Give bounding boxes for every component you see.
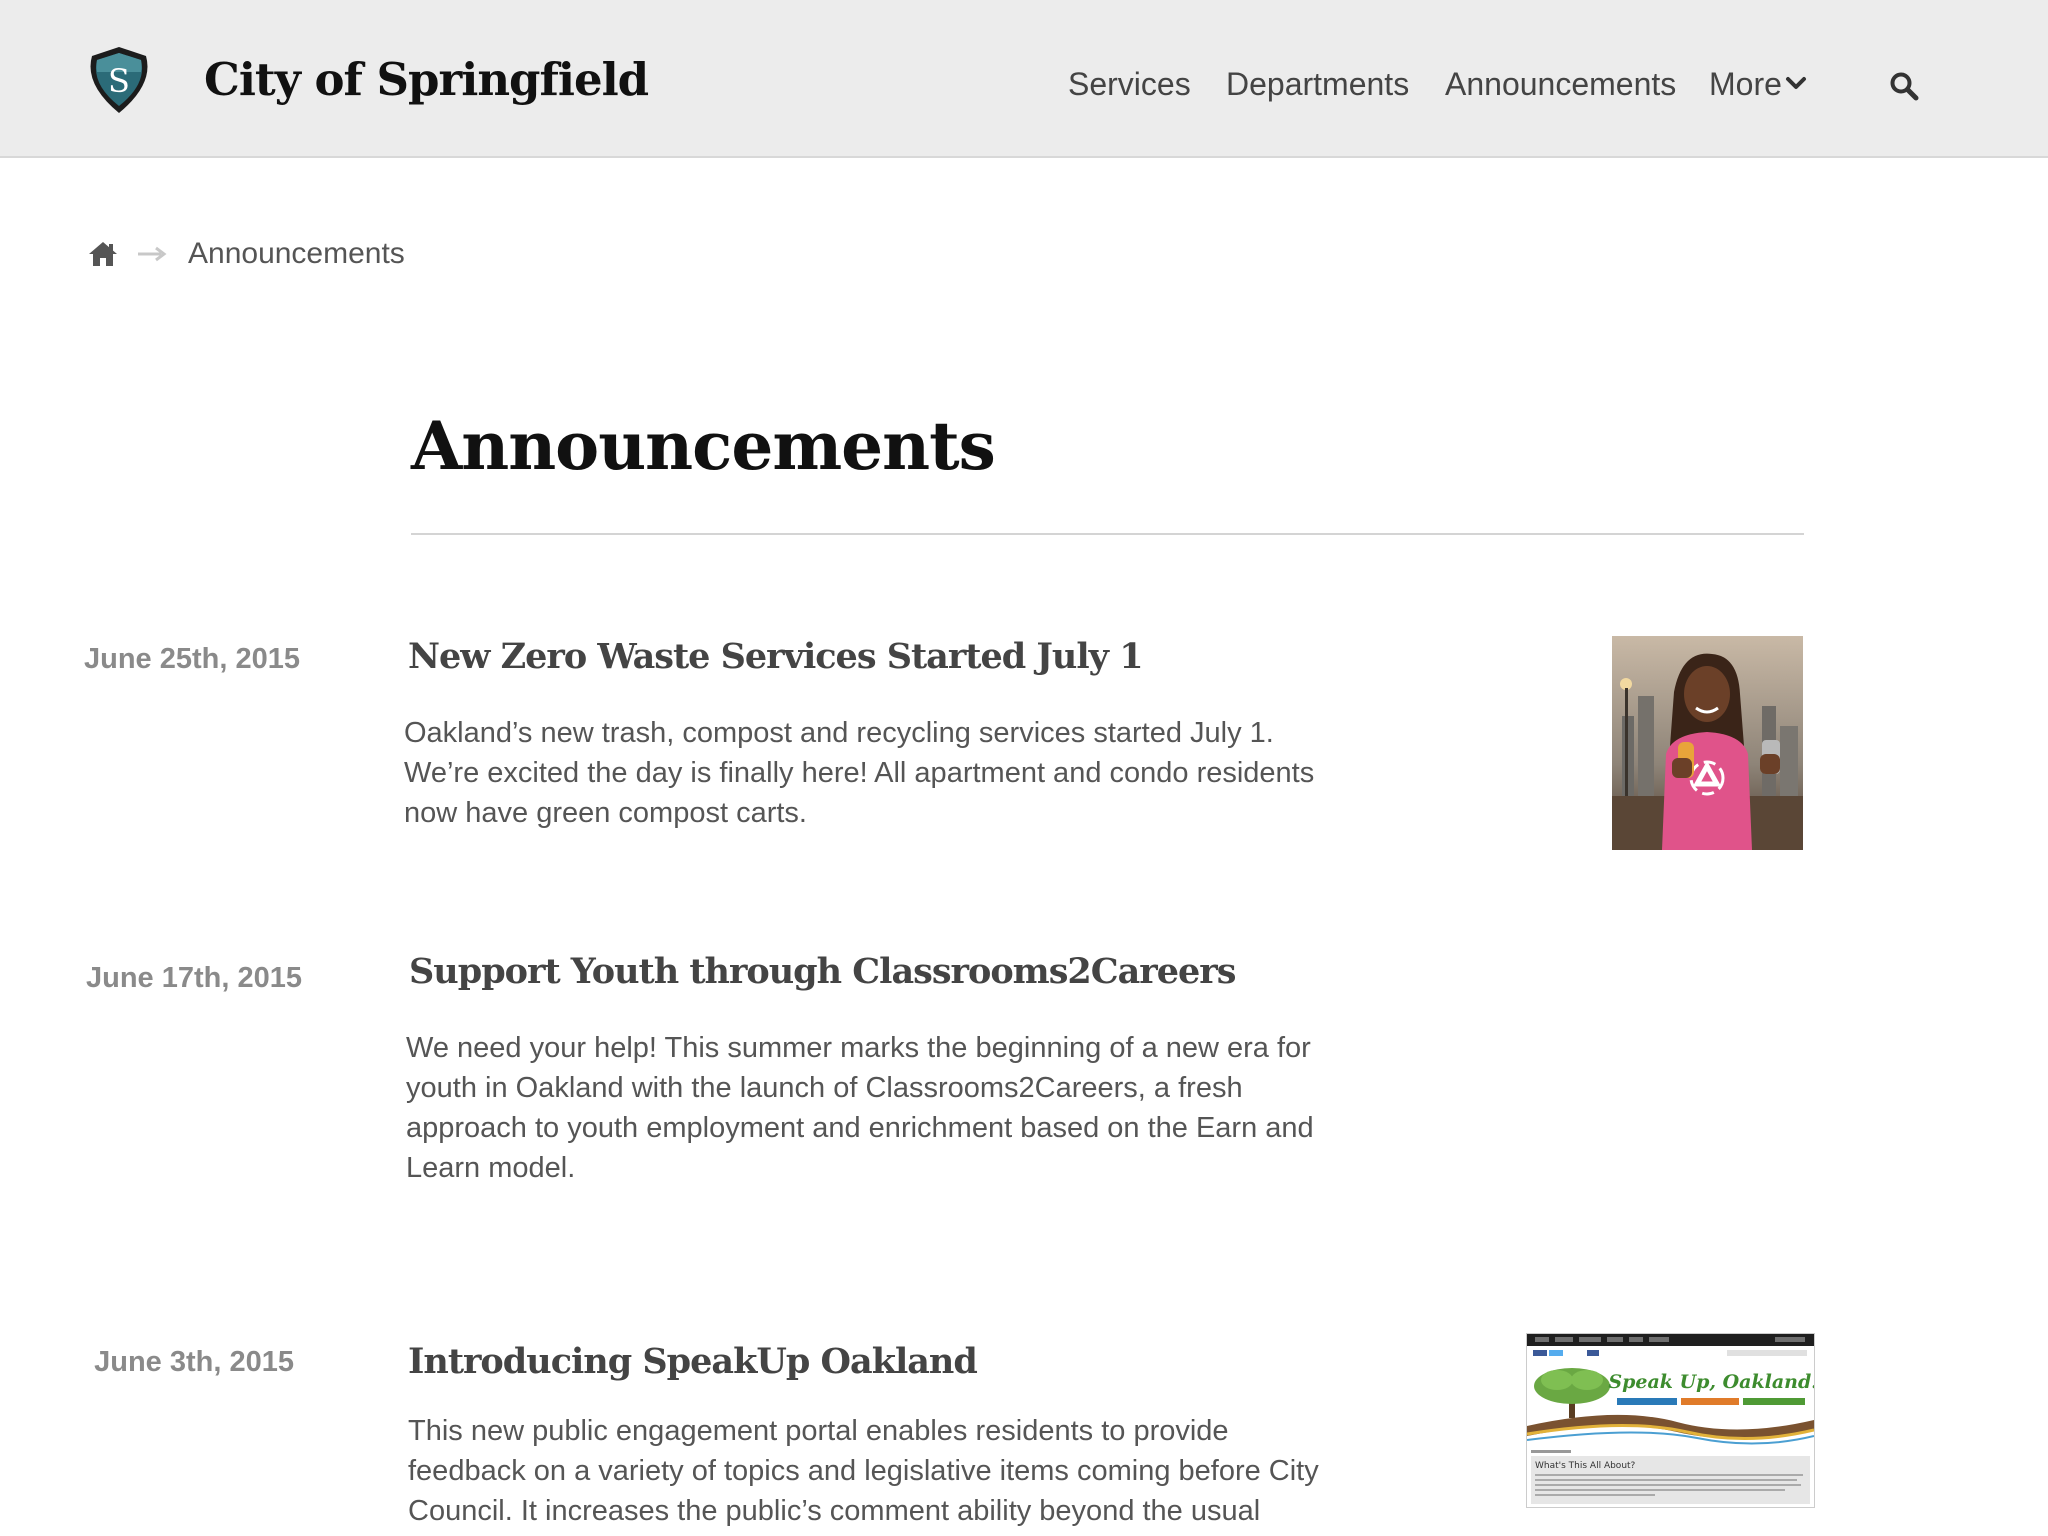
arrow-right-icon — [138, 246, 167, 262]
announcement-thumbnail[interactable] — [1612, 636, 1803, 850]
logo-letter: S — [108, 62, 130, 100]
announcement-date: June 25th, 2015 — [84, 643, 300, 675]
nav-more[interactable]: More — [1709, 64, 1782, 104]
speakup-headline: Speak Up, Oakland! — [1608, 1371, 1814, 1393]
announcement-title[interactable]: Support Youth through Classrooms2Careers — [409, 948, 1236, 996]
announcement-title[interactable]: New Zero Waste Services Started July 1 — [408, 633, 1144, 681]
nav-services[interactable]: Services — [1068, 64, 1191, 104]
speakup-section-heading: What's This All About? — [1535, 1461, 1636, 1471]
announcement-title[interactable]: Introducing SpeakUp Oakland — [408, 1338, 978, 1386]
site-header: S City of Springfield Services Departmen… — [0, 0, 2048, 158]
nav-announcements[interactable]: Announcements — [1445, 64, 1676, 104]
announcement-date: June 3th, 2015 — [94, 1346, 294, 1378]
announcement-summary: This new public engagement portal enable… — [408, 1415, 1319, 1527]
home-icon[interactable] — [88, 240, 118, 268]
page-title: Announcements — [411, 407, 996, 485]
search-icon[interactable] — [1889, 71, 1919, 101]
city-logo-icon[interactable]: S — [84, 44, 154, 116]
zero-waste-photo — [1612, 636, 1803, 850]
oak-tree-icon — [1534, 1368, 1610, 1418]
announcement-thumbnail[interactable]: Speak Up, Oakland! What's This All About… — [1526, 1333, 1815, 1508]
chevron-down-icon[interactable] — [1785, 72, 1807, 94]
announcement-summary: Oakland’s new trash, compost and recycli… — [404, 717, 1315, 829]
speakup-screenshot: Speak Up, Oakland! What's This All About… — [1527, 1334, 1814, 1504]
announcement-summary: We need your help! This summer marks the… — [406, 1032, 1314, 1184]
site-title[interactable]: City of Springfield — [204, 48, 649, 112]
title-divider — [411, 533, 1804, 535]
nav-departments[interactable]: Departments — [1226, 64, 1409, 104]
breadcrumb-current: Announcements — [188, 237, 405, 270]
announcement-date: June 17th, 2015 — [86, 962, 302, 994]
